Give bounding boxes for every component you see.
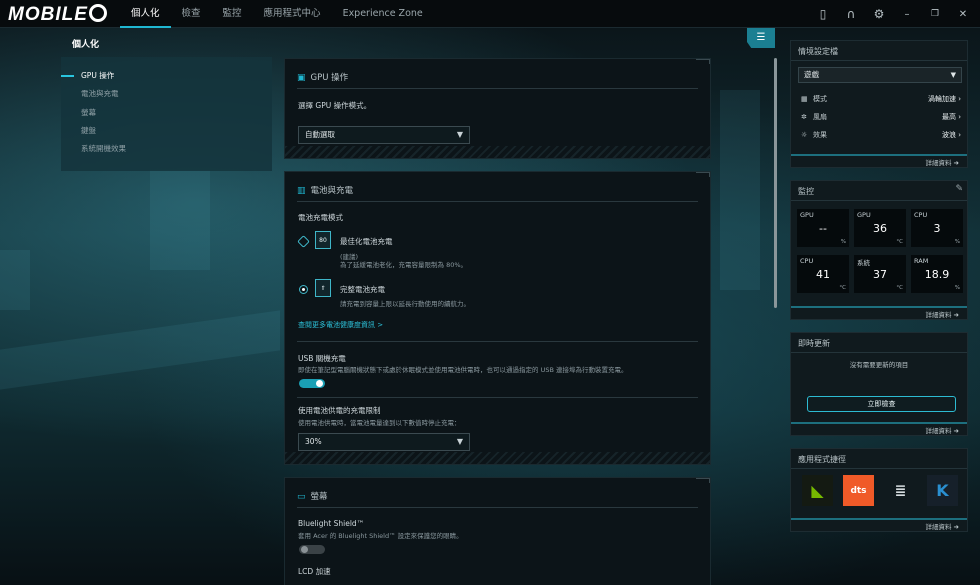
page-title: 個人化: [72, 40, 100, 50]
scenario-row-effect[interactable]: ☼ 效果 波浪 ›: [801, 128, 961, 142]
monitor-tile-cpu-temp: CPU 41 °C: [797, 255, 849, 293]
app-shortcuts-more[interactable]: 詳細資料 ➜: [791, 518, 967, 531]
logo: MOBILE: [8, 4, 107, 26]
mode-grid-icon: ▦: [801, 95, 808, 103]
charge-limit-desc: 使用電池供電時，當電池電量達到以下數值時停止充電：: [298, 419, 461, 427]
dts-icon[interactable]: dts: [843, 475, 874, 506]
scenario-more[interactable]: 詳細資料 ➜: [791, 154, 967, 167]
top-bar: MOBILE 個人化 檢查 監控 應用程式中心 Experience Zone …: [0, 0, 980, 28]
battery-icon: ▥: [297, 186, 306, 196]
gpu-mode-select[interactable]: 自動選取 ▼: [298, 126, 470, 144]
battery-full-icon: ⇑: [315, 279, 331, 297]
nvidia-icon[interactable]: ◣: [802, 475, 833, 506]
rings-app-icon[interactable]: ≣: [885, 475, 916, 506]
close-icon[interactable]: ✕: [956, 9, 970, 20]
monitor-more[interactable]: 詳細資料 ➜: [791, 306, 967, 319]
optimized-charge-radio[interactable]: [297, 235, 310, 248]
usb-charge-title: USB 關機充電: [298, 354, 346, 363]
scenario-row-mode[interactable]: ▦ 模式 渦輪加速 ›: [801, 92, 961, 106]
app-shortcuts-card: 應用程式捷徑 ◣ dts ≣ K 詳細資料 ➜: [790, 448, 968, 532]
restore-icon[interactable]: ❐: [928, 9, 942, 19]
full-charge-title: 完整電池充電: [340, 285, 385, 294]
battery-panel-title: ▥ 電池與充電: [297, 186, 354, 196]
lcd-overdrive-title: LCD 加速: [298, 567, 331, 576]
check-now-button[interactable]: 立即檢查: [807, 396, 956, 412]
monitor-title: 監控: [798, 187, 814, 196]
screen-panel-title: ▭ 螢幕: [297, 492, 328, 502]
tab-check[interactable]: 檢查: [171, 0, 212, 28]
usb-charge-toggle[interactable]: [299, 379, 325, 388]
full-charge-desc: 請充電到容量上限以延長行動使用的續航力。: [340, 300, 470, 308]
battery-panel: ▥ 電池與充電 電池充電模式 80 最佳化電池充電 (建議) 為了延緩電池老化，充…: [284, 171, 711, 465]
full-charge-radio[interactable]: [299, 285, 308, 294]
monitor-tile-ram: RAM 18.9%: [911, 255, 963, 293]
headset-icon[interactable]: ∩: [844, 7, 858, 21]
chevron-down-icon: ▼: [456, 437, 463, 446]
gpu-panel-title: ▣ GPU 操作: [297, 73, 349, 83]
scenario-row-fan[interactable]: ✲ 風扇 最高 ›: [801, 110, 961, 124]
charge-limit-select[interactable]: 30% ▼: [298, 433, 470, 451]
effect-icon: ☼: [801, 131, 808, 139]
battery-80-icon: 80: [315, 231, 331, 249]
tab-monitor[interactable]: 監控: [212, 0, 253, 28]
gear-icon[interactable]: ⚙: [872, 7, 886, 21]
screen-panel: ▭ 螢幕 Bluelight Shield™ 套用 Acer 的 Blueligh…: [284, 477, 711, 585]
tab-experience-zone[interactable]: Experience Zone: [332, 0, 434, 28]
menu-item-screen[interactable]: 螢幕: [61, 104, 272, 122]
battery-health-link[interactable]: 查閱更多電池健康度資訊 >: [298, 320, 383, 330]
tab-app-center[interactable]: 應用程式中心: [253, 0, 332, 28]
menu-item-gpu[interactable]: GPU 操作: [61, 67, 272, 85]
optimized-charge-desc: 為了延緩電池老化，充電容量限制為 80%。: [340, 261, 468, 269]
bluelight-toggle[interactable]: [299, 545, 325, 554]
scenario-select[interactable]: 遊戲 ▼: [798, 67, 962, 83]
monitor-tile-gpu-temp: GPU 36 °C: [854, 209, 906, 247]
main-nav: 個人化 檢查 監控 應用程式中心 Experience Zone: [120, 0, 434, 28]
tab-personalize[interactable]: 個人化: [120, 0, 171, 28]
gpu-prompt: 選擇 GPU 操作模式。: [298, 101, 372, 110]
app-shortcuts-title: 應用程式捷徑: [798, 455, 846, 464]
menu-item-battery[interactable]: 電池與充電: [61, 85, 272, 103]
fan-icon: ✲: [801, 113, 807, 121]
main-scrollbar[interactable]: [774, 58, 777, 308]
updates-card: 即時更新 沒有需要更新的項目 立即檢查 詳細資料 ➜: [790, 332, 968, 436]
sidebar-toggle-icon[interactable]: ☰: [747, 28, 775, 48]
gpu-panel: ▣ GPU 操作 選擇 GPU 操作模式。 自動選取 ▼: [284, 58, 711, 159]
menu-item-boot-effect[interactable]: 系統開機效果: [61, 140, 272, 158]
usb-charge-desc: 即使在筆記型電腦關機狀態下或處於休眠模式並使用電池供電時，也可以通過指定的 US…: [298, 366, 628, 374]
charge-limit-title: 使用電池供電的充電限制: [298, 406, 381, 415]
bluelight-desc: 套用 Acer 的 Bluelight Shield™ 設定來保護您的眼睛。: [298, 532, 463, 540]
updates-status: 沒有需要更新的項目: [849, 361, 909, 369]
menu-item-keyboard[interactable]: 鍵盤: [61, 122, 272, 140]
monitor-icon: ▭: [297, 492, 306, 502]
monitor-tile-system-temp: 系統 37 °C: [854, 255, 906, 293]
scenario-title: 情境設定檔: [798, 47, 838, 56]
minimize-icon[interactable]: –: [900, 9, 914, 20]
monitor-tile-gpu-usage: GPU --%: [797, 209, 849, 247]
monitor-tile-cpu-usage: CPU 3%: [911, 209, 963, 247]
bluelight-title: Bluelight Shield™: [298, 519, 365, 528]
updates-more[interactable]: 詳細資料 ➜: [791, 422, 967, 435]
chevron-down-icon: ▼: [950, 71, 956, 79]
optimized-charge-title: 最佳化電池充電: [340, 237, 393, 246]
charge-mode-label: 電池充電模式: [298, 213, 343, 222]
k-app-icon[interactable]: K: [927, 475, 958, 506]
scenario-card: 情境設定檔 遊戲 ▼ ▦ 模式 渦輪加速 › ✲ 風扇 最高 › ☼ 效果 波浪 › 詳細資料…: [790, 40, 968, 168]
mouse-icon[interactable]: ▯: [816, 7, 830, 21]
gpu-icon: ▣: [297, 73, 306, 83]
wrench-icon[interactable]: ✎: [955, 184, 963, 194]
monitor-card: 監控 ✎ GPU --% GPU 36 °C CPU 3% CPU 41 °C 系統 37 °C…: [790, 180, 968, 320]
window-tray: ▯ ∩ ⚙ – ❐ ✕: [816, 0, 970, 28]
chevron-down-icon: ▼: [456, 130, 463, 139]
left-menu: GPU 操作 電池與充電 螢幕 鍵盤 系統開機效果: [61, 57, 272, 171]
updates-title: 即時更新: [798, 339, 830, 348]
